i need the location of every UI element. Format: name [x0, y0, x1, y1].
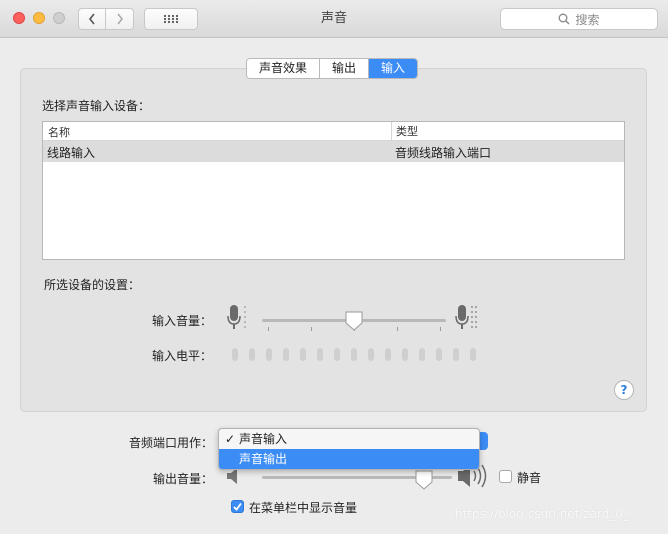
column-header-name[interactable]: 名称 — [48, 124, 70, 140]
slider-tick — [397, 327, 398, 331]
table-header: 名称 类型 — [43, 122, 624, 141]
show-in-menubar-checkbox[interactable] — [231, 500, 244, 513]
level-cell — [317, 348, 323, 361]
level-cell — [385, 348, 391, 361]
level-cell — [470, 348, 476, 361]
close-window-button[interactable] — [13, 12, 25, 24]
slider-tick — [268, 327, 269, 331]
level-cell — [402, 348, 408, 361]
level-cell — [368, 348, 374, 361]
minimize-window-button[interactable] — [33, 12, 45, 24]
device-type: 音频线路输入端口 — [395, 146, 492, 160]
show-in-menubar-label: 在菜单栏中显示音量 — [249, 501, 358, 515]
level-cell — [334, 348, 340, 361]
level-cell — [351, 348, 357, 361]
menu-item-label: 声音输出 — [239, 452, 288, 466]
grid-icon — [163, 14, 179, 24]
level-cell — [283, 348, 289, 361]
settings-heading: 所选设备的设置： — [44, 278, 141, 292]
port-use-menu[interactable]: ✓ 声音输入 声音输出 — [218, 428, 480, 470]
search-icon — [559, 13, 570, 25]
search-placeholder: 搜索 — [575, 12, 600, 27]
menu-item-sound-output[interactable]: 声音输出 — [219, 449, 479, 469]
output-volume-label: 输出音量： — [152, 472, 213, 486]
input-level-label: 输入电平： — [151, 349, 212, 363]
menu-item-sound-input[interactable]: ✓ 声音输入 — [219, 429, 479, 449]
checkmark-icon — [233, 502, 242, 511]
tab-bar: 声音效果 输出 输入 — [246, 58, 419, 79]
chevron-right-icon — [116, 13, 123, 25]
input-volume-label: 输入音量： — [151, 314, 212, 328]
zoom-window-button[interactable] — [53, 12, 65, 24]
slider-tick — [311, 327, 312, 331]
level-cell — [419, 348, 425, 361]
tab-input[interactable]: 输入 — [369, 59, 418, 78]
input-volume-knob[interactable] — [345, 311, 363, 331]
level-cell — [300, 348, 306, 361]
device-name: 线路输入 — [47, 146, 96, 160]
level-cell — [249, 348, 255, 361]
search-field[interactable]: 搜索 — [500, 8, 658, 30]
device-heading: 选择声音输入设备： — [42, 99, 151, 113]
tab-sound-effects[interactable]: 声音效果 — [247, 59, 321, 78]
microphone-high-icon — [455, 305, 477, 329]
output-volume-knob[interactable] — [415, 470, 433, 490]
help-button[interactable]: ? — [614, 380, 634, 400]
back-button[interactable] — [78, 8, 106, 30]
show-all-button[interactable] — [144, 8, 198, 30]
port-use-label: 音频端口用作： — [128, 436, 213, 450]
menu-item-label: 声音输入 — [239, 432, 288, 446]
checkmark-icon: ✓ — [225, 432, 236, 446]
column-header-type[interactable]: 类型 — [391, 122, 418, 141]
input-device-table[interactable]: 名称 类型 线路输入 音频线路输入端口 — [42, 121, 625, 260]
mute-checkbox[interactable] — [499, 470, 512, 483]
level-cell — [436, 348, 442, 361]
chevron-left-icon — [88, 13, 95, 25]
tab-output[interactable]: 输出 — [320, 59, 370, 78]
table-row[interactable]: 线路输入 音频线路输入端口 — [43, 141, 624, 162]
forward-button[interactable] — [106, 8, 134, 30]
microphone-low-icon — [227, 305, 246, 329]
title-bar: 声音 搜索 — [0, 0, 668, 38]
slider-tick — [440, 327, 441, 331]
level-cell — [232, 348, 238, 361]
mute-label: 静音 — [517, 471, 542, 485]
level-cell — [266, 348, 272, 361]
level-cell — [453, 348, 459, 361]
watermark: https://blog.csdn.net/zard_0_ — [455, 507, 629, 521]
